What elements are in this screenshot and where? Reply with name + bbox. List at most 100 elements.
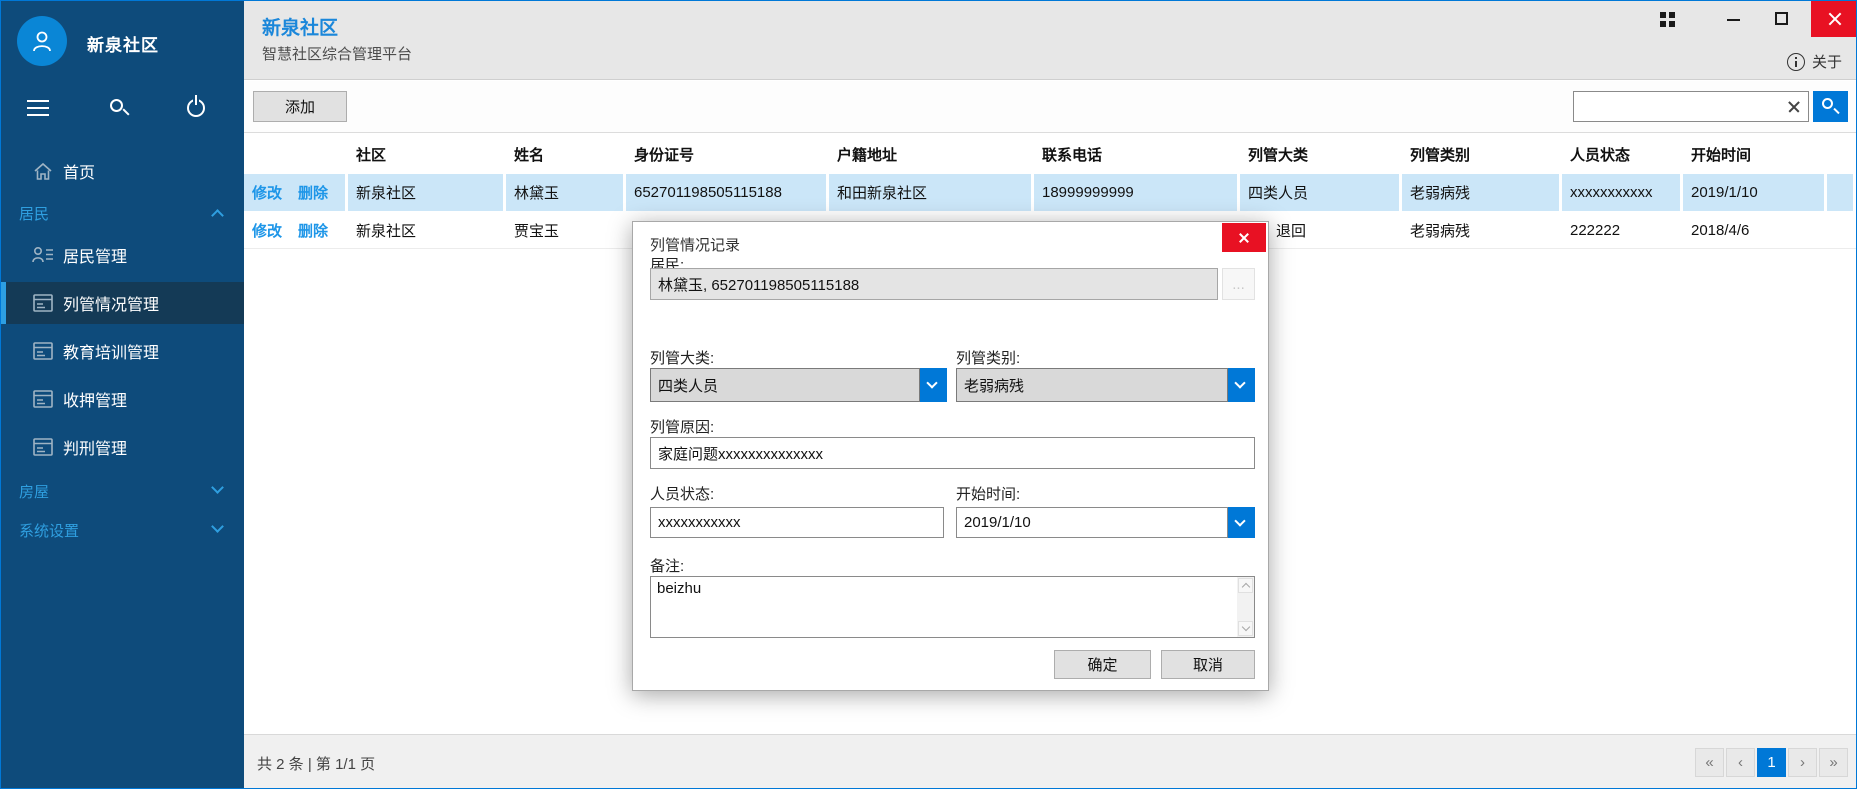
grid-layout-button[interactable]	[1644, 1, 1691, 37]
sidebar-group-settings[interactable]: 系统设置	[1, 518, 244, 542]
close-icon	[1827, 11, 1843, 27]
record-summary: 共 2 条 | 第 1/1 页	[257, 753, 375, 774]
avatar	[17, 16, 67, 66]
category-combobox[interactable]: 四类人员	[650, 368, 920, 402]
sidebar-item-home[interactable]: 首页	[1, 157, 244, 185]
cell-name: 林黛玉	[506, 174, 623, 211]
sidebar-item-label: 居民管理	[63, 243, 127, 267]
column-header[interactable]: 列管大类	[1240, 134, 1399, 174]
column-header[interactable]: 开始时间	[1683, 134, 1824, 174]
status-input[interactable]: xxxxxxxxxxx	[650, 507, 944, 538]
start-date-picker[interactable]: 2019/1/10	[956, 507, 1228, 538]
sidebar-item-control-mgmt[interactable]: 列管情况管理	[1, 282, 244, 324]
cell-spacer	[1827, 174, 1853, 211]
status-label: 人员状态:	[650, 483, 714, 504]
dialog-title: 列管情况记录	[650, 234, 740, 255]
about-label: 关于	[1812, 51, 1842, 72]
dialog-close-button[interactable]	[1222, 223, 1266, 252]
about-button[interactable]: 关于	[1787, 51, 1842, 72]
cell-type: 老弱病残	[1402, 212, 1559, 248]
app-name: 新泉社区	[87, 31, 159, 56]
footer-bar: 共 2 条 | 第 1/1 页 « ‹ 1 › »	[244, 734, 1856, 788]
menu-icon[interactable]	[23, 93, 53, 123]
scroll-up-icon[interactable]	[1238, 578, 1253, 593]
start-date-label: 开始时间:	[956, 483, 1020, 504]
search-icon[interactable]	[105, 94, 135, 124]
sidebar-item-label: 判刑管理	[63, 435, 127, 459]
type-combobox[interactable]: 老弱病残	[956, 368, 1228, 402]
chevron-down-icon	[211, 481, 224, 494]
sidebar-group-label: 居民	[19, 203, 49, 224]
power-icon[interactable]	[183, 94, 213, 124]
clear-search-icon[interactable]	[1786, 99, 1802, 115]
form-icon	[31, 342, 55, 360]
column-header[interactable]: 身份证号	[626, 134, 826, 174]
cancel-button[interactable]: 取消	[1161, 650, 1255, 679]
sidebar-group-label: 系统设置	[19, 520, 79, 541]
info-icon	[1787, 53, 1805, 71]
chevron-down-icon	[211, 520, 224, 533]
pagination-prev[interactable]: ‹	[1726, 748, 1755, 777]
person-icon	[29, 28, 55, 54]
search-input[interactable]	[1574, 92, 1779, 121]
search-button[interactable]	[1813, 91, 1848, 122]
browse-button[interactable]: ...	[1222, 268, 1255, 300]
column-header[interactable]: 姓名	[506, 134, 623, 174]
column-header[interactable]: 户籍地址	[829, 134, 1031, 174]
resident-field[interactable]: 林黛玉, 652701198505115188	[650, 268, 1218, 300]
column-header[interactable]: 列管类别	[1402, 134, 1559, 174]
column-header[interactable]: 社区	[348, 134, 503, 174]
type-label: 列管类别:	[956, 347, 1020, 368]
edit-link[interactable]: 修改	[252, 182, 282, 203]
chevron-down-icon	[1234, 515, 1245, 526]
maximize-button[interactable]	[1758, 1, 1805, 37]
scroll-down-icon[interactable]	[1238, 621, 1253, 636]
cell-id-number: 652701198505115188	[626, 174, 826, 211]
sidebar-item-custody-mgmt[interactable]: 收押管理	[1, 385, 244, 413]
form-icon	[31, 390, 55, 408]
form-icon	[31, 438, 55, 456]
header-bar: 新泉社区 智慧社区综合管理平台 关于	[244, 1, 1856, 80]
reason-input[interactable]: 家庭问题xxxxxxxxxxxxxx	[650, 437, 1255, 469]
textarea-scrollbar[interactable]	[1237, 577, 1254, 637]
column-header[interactable]: 联系电话	[1034, 134, 1237, 174]
pagination: « ‹ 1 › »	[1693, 748, 1848, 777]
column-header[interactable]: 人员状态	[1562, 134, 1680, 174]
page-subtitle: 智慧社区综合管理平台	[262, 43, 412, 64]
remark-textarea[interactable]: beizhu	[650, 576, 1255, 638]
category-dropdown-button[interactable]	[920, 368, 947, 402]
add-button[interactable]: 添加	[253, 91, 347, 122]
form-icon	[31, 294, 55, 312]
sidebar-item-training-mgmt[interactable]: 教育培训管理	[1, 337, 244, 365]
delete-link[interactable]: 删除	[298, 220, 328, 241]
cell-start-date: 2019/1/10	[1683, 174, 1824, 211]
cell-community: 新泉社区	[348, 174, 503, 211]
app-window: 新泉社区 首页 居民 居民管理 列管情况管理	[0, 0, 1857, 789]
minimize-button[interactable]	[1710, 1, 1757, 37]
chevron-up-icon	[211, 209, 224, 222]
start-date-dropdown-button[interactable]	[1228, 507, 1255, 538]
cell-spacer	[1827, 212, 1853, 248]
pagination-page-1[interactable]: 1	[1757, 748, 1786, 777]
sidebar-item-label: 收押管理	[63, 387, 127, 411]
cell-community: 新泉社区	[348, 212, 503, 248]
sidebar-group-house[interactable]: 房屋	[1, 479, 244, 503]
type-dropdown-button[interactable]	[1228, 368, 1255, 402]
table-header: 社区 姓名 身份证号 户籍地址 联系电话 列管大类 列管类别 人员状态 开始时间	[244, 134, 1856, 174]
cell-type: 老弱病残	[1402, 174, 1559, 211]
ok-button[interactable]: 确定	[1054, 650, 1151, 679]
sidebar-group-residents[interactable]: 居民	[1, 201, 244, 225]
toolbar: 添加	[244, 81, 1856, 133]
pagination-last[interactable]: »	[1819, 748, 1848, 777]
pagination-first[interactable]: «	[1695, 748, 1724, 777]
sidebar-item-sentence-mgmt[interactable]: 判刑管理	[1, 433, 244, 461]
cell-phone: 18999999999	[1034, 174, 1237, 211]
pagination-next[interactable]: ›	[1788, 748, 1817, 777]
close-button[interactable]	[1811, 1, 1857, 37]
edit-link[interactable]: 修改	[252, 220, 282, 241]
delete-link[interactable]: 删除	[298, 182, 328, 203]
table-row[interactable]: 修改 删除 新泉社区 林黛玉 652701198505115188 和田新泉社区…	[244, 174, 1856, 211]
cell-status: 222222	[1562, 212, 1680, 248]
close-icon	[1238, 232, 1250, 244]
sidebar-item-resident-mgmt[interactable]: 居民管理	[1, 241, 244, 269]
